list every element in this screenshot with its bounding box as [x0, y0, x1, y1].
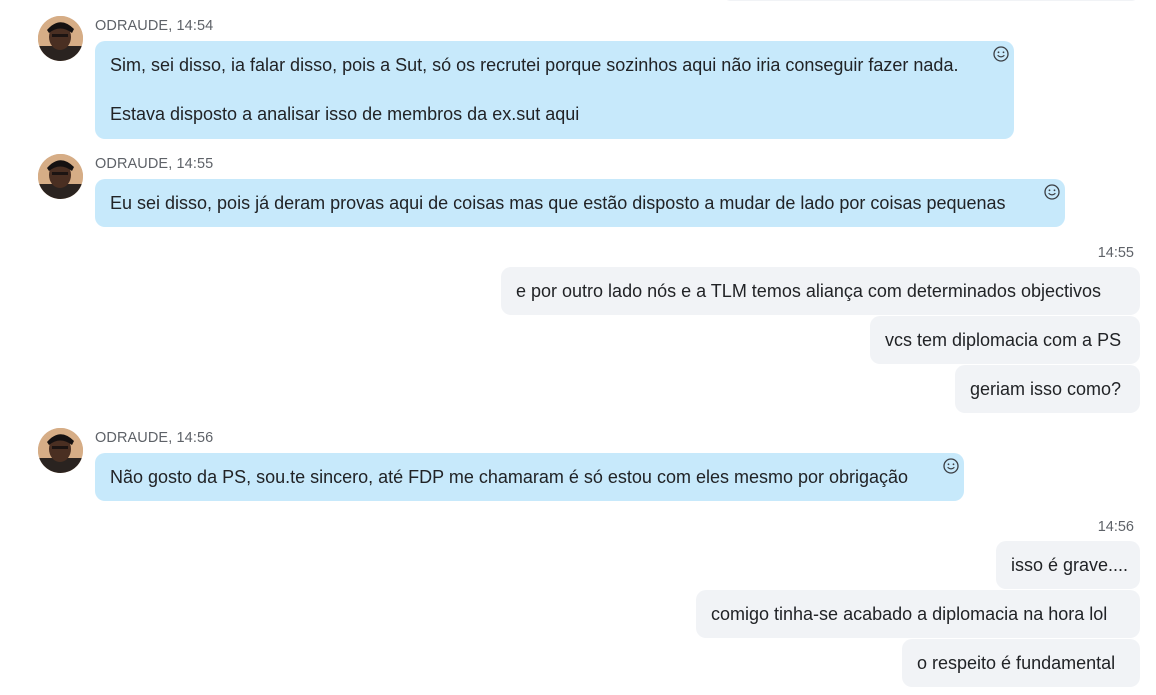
message-time: 14:55 [1097, 245, 1134, 261]
avatar-photo [38, 154, 83, 199]
message-time: 14:56 [176, 430, 214, 446]
message-text: Não gosto da PS, sou.te sincero, até FDP… [110, 467, 909, 487]
avatar-photo [38, 428, 83, 473]
outgoing-message-bubble[interactable]: vcs tem diplomacia com a PS [870, 316, 1140, 364]
message-text: geriam isso como? [970, 379, 1122, 399]
avatar-photo [38, 16, 83, 61]
avatar[interactable] [38, 154, 83, 199]
outgoing-message-bubble[interactable]: isso é grave.... [996, 541, 1140, 589]
message-text: e por outro lado nós e a TLM temos alian… [516, 281, 1101, 301]
avatar[interactable] [38, 428, 83, 473]
outgoing-message-bubble[interactable]: comigo tinha-se acabado a diplomacia na … [696, 590, 1140, 638]
outgoing-message-bubble[interactable]: o respeito é fundamental [902, 639, 1140, 687]
smiley-face-icon[interactable] [992, 45, 1010, 63]
outgoing-message-bubble[interactable]: e por outro lado nós e a TLM temos alian… [501, 267, 1140, 315]
smiley-face-icon[interactable] [1043, 183, 1061, 201]
smiley-face-icon[interactable] [942, 457, 960, 475]
avatar[interactable] [38, 16, 83, 61]
message-sender-meta: ODRAUDE, 14:55 [95, 156, 213, 172]
message-text: o respeito é fundamental [917, 653, 1116, 673]
sender-name: ODRAUDE, [95, 18, 173, 34]
incoming-message-bubble[interactable]: Não gosto da PS, sou.te sincero, até FDP… [95, 453, 964, 501]
message-text: Estava disposto a analisar isso de membr… [110, 104, 580, 124]
message-sender-meta: ODRAUDE, 14:54 [95, 18, 213, 34]
message-time: 14:54 [176, 18, 214, 34]
message-text: vcs tem diplomacia com a PS [885, 330, 1122, 350]
message-sender-meta: ODRAUDE, 14:56 [95, 430, 213, 446]
sender-name: ODRAUDE, [95, 156, 173, 172]
sender-name: ODRAUDE, [95, 430, 173, 446]
outgoing-message-bubble[interactable]: geriam isso como? [955, 365, 1140, 413]
chat-conversation: ODRAUDE, 14:54 Sim, sei disso, ia falar … [0, 0, 1156, 695]
message-text: Sim, sei disso, ia falar disso, pois a S… [110, 55, 959, 75]
message-text: comigo tinha-se acabado a diplomacia na … [711, 604, 1108, 624]
previous-message-bubble[interactable] [722, 0, 1140, 1]
message-text: Eu sei disso, pois já deram provas aqui … [110, 193, 1006, 213]
incoming-message-bubble[interactable]: Eu sei disso, pois já deram provas aqui … [95, 179, 1065, 227]
message-text: isso é grave.... [1011, 555, 1129, 575]
message-time: 14:56 [1097, 519, 1134, 535]
incoming-message-bubble[interactable]: Sim, sei disso, ia falar disso, pois a S… [95, 41, 1014, 139]
message-time: 14:55 [176, 156, 214, 172]
